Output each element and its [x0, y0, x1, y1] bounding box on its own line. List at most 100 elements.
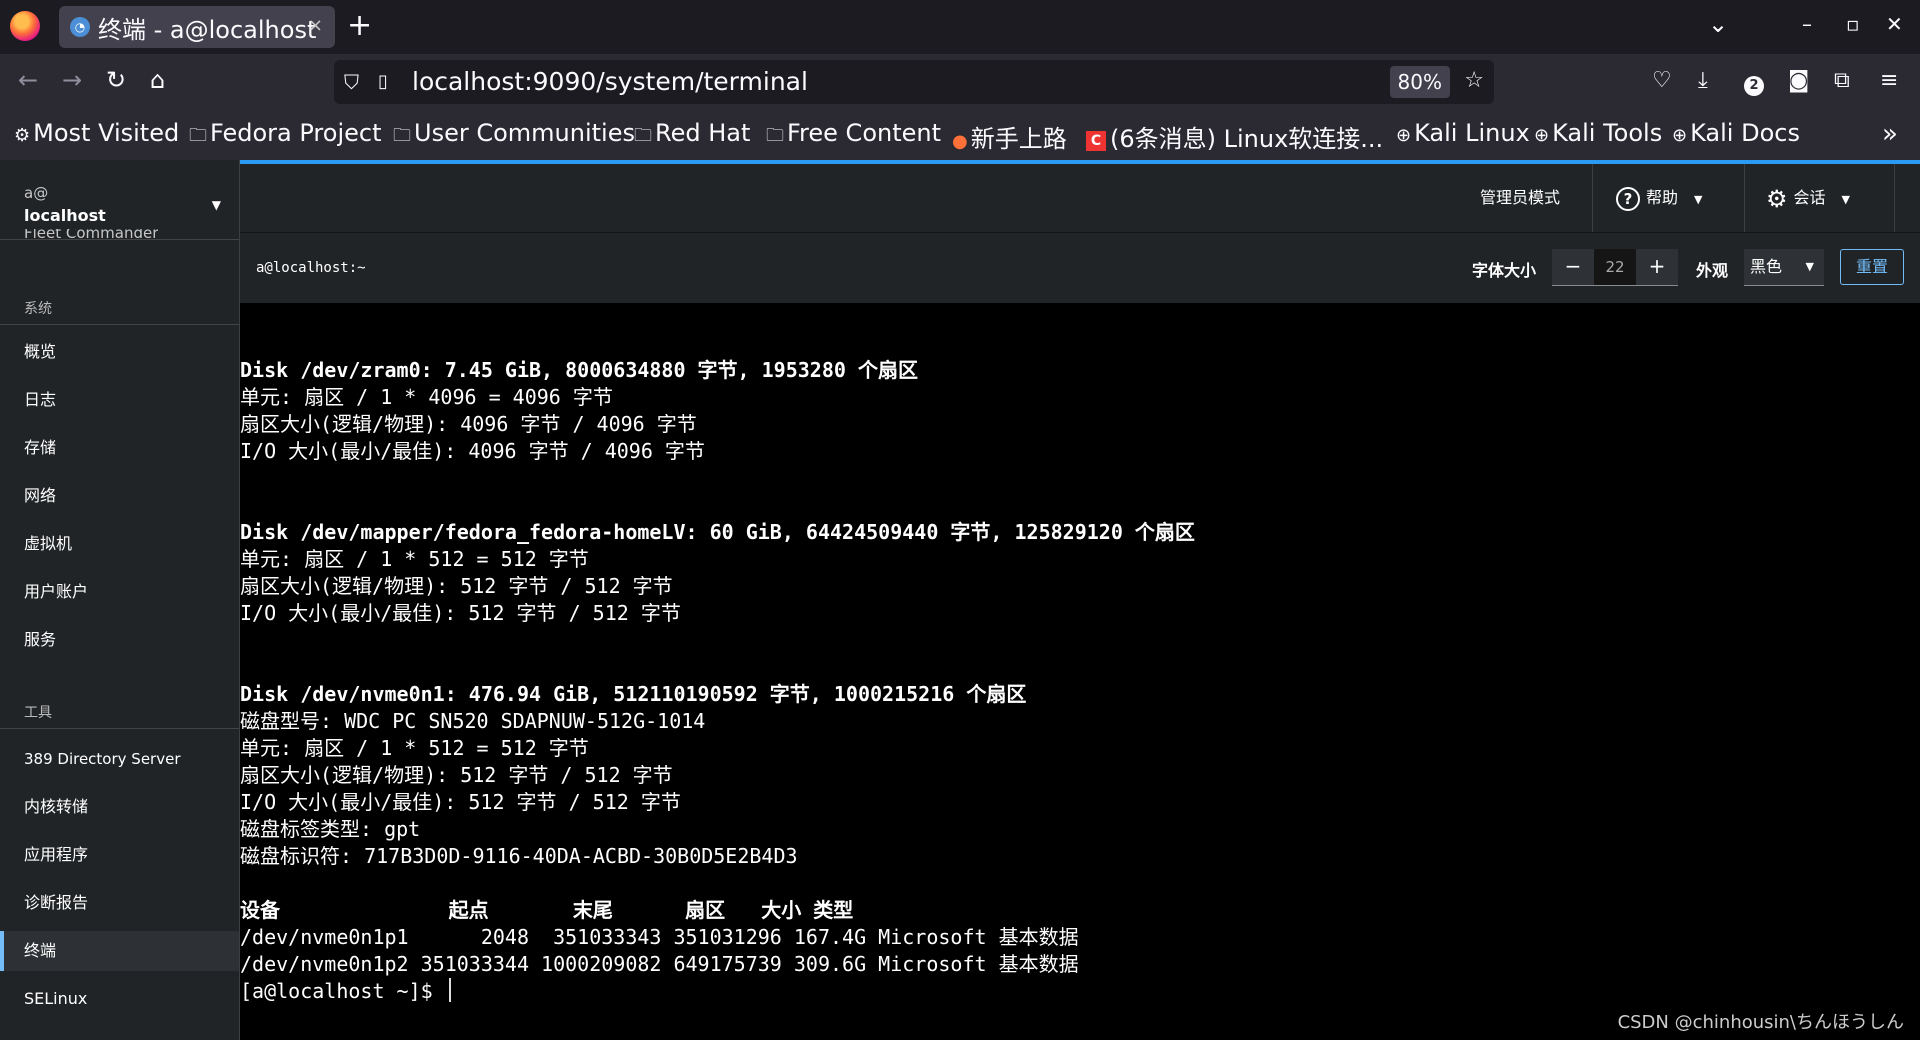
terminal-line: Disk /dev/zram0: 7.45 GiB, 8000634880 字节…	[240, 358, 918, 382]
bookmark-fedora-project[interactable]: 🗀 Fedora Project	[189, 119, 382, 153]
caret-down-icon: ▼	[1841, 193, 1850, 206]
terminal-line: 单元: 扇区 / 1 * 512 = 512 字节	[240, 547, 589, 571]
url-text[interactable]: localhost:9090/system/terminal	[412, 67, 808, 96]
extension-badge-icon[interactable]: 2	[1744, 70, 1764, 96]
appearance-value: 黑色	[1750, 257, 1783, 276]
font-size-increase-button[interactable]: +	[1636, 249, 1678, 286]
reset-button[interactable]: 重置	[1840, 249, 1904, 285]
zoom-level-button[interactable]: 80%	[1389, 66, 1450, 98]
globe-icon: ⊕	[1534, 125, 1550, 146]
terminal-line: 磁盘标识符: 717B3D0D-9116-40DA-ACBD-30B0D5E2B…	[240, 844, 798, 868]
bookmark-getting-started[interactable]: ● 新手上路	[952, 119, 1067, 154]
appearance-label: 外观	[1696, 261, 1729, 280]
bookmark-kali-linux[interactable]: ⊕ Kali Linux	[1396, 119, 1530, 147]
terminal-line: Disk /dev/mapper/fedora_fedora-homeLV: 6…	[240, 520, 1195, 544]
cockpit-favicon-icon: ◔	[70, 17, 90, 37]
font-size-input[interactable]: 22	[1594, 249, 1636, 286]
terminal-cursor	[448, 978, 451, 1002]
sidebar-item-virtual-machines[interactable]: 虚拟机	[0, 524, 239, 564]
sidebar-item-network[interactable]: 网络	[0, 476, 239, 516]
bookmark-user-communities[interactable]: 🗀 User Communities	[393, 119, 635, 153]
minimize-icon[interactable]: –	[1802, 12, 1812, 36]
maximize-icon[interactable]: ▫	[1846, 12, 1860, 36]
tracking-shield-icon[interactable]: ⛉	[344, 70, 359, 94]
back-icon[interactable]: ←	[18, 66, 38, 94]
page-icon[interactable]: ▯	[378, 71, 388, 92]
bookmark-red-hat[interactable]: 🗀 Red Hat	[634, 119, 750, 153]
sidebar-item-kernel-dump[interactable]: 内核转储	[0, 787, 239, 827]
divider	[1592, 164, 1593, 232]
folder-icon: 🗀	[766, 125, 784, 146]
help-menu[interactable]: ? 帮助 ▼	[1616, 164, 1702, 232]
list-all-tabs-icon[interactable]: ⌄	[1708, 10, 1728, 38]
bookmark-star-icon[interactable]: ☆	[1464, 68, 1484, 93]
bookmark-kali-tools[interactable]: ⊕ Kali Tools	[1534, 119, 1662, 147]
admin-mode-button[interactable]: 管理员模式	[1480, 164, 1560, 232]
host-switcher[interactable]: a@ localhost ▼	[0, 170, 239, 230]
firefox-menu-icon[interactable]	[10, 11, 40, 41]
home-icon[interactable]: ⌂	[150, 66, 165, 94]
terminal-line: I/O 大小(最小/最佳): 4096 字节 / 4096 字节	[240, 439, 705, 463]
sidebar-item-diagnostic-reports[interactable]: 诊断报告	[0, 883, 239, 923]
sidebar-item-389-directory-server[interactable]: 389 Directory Server	[0, 739, 239, 779]
forward-icon[interactable]: →	[62, 66, 82, 94]
profile-icon[interactable]: ◙	[1788, 68, 1809, 93]
appearance-select[interactable]: 黑色 ▼	[1744, 249, 1824, 286]
cockpit-page: Fleet Commander a@ localhost ▼ 系统 概览 日志 …	[0, 160, 1920, 1040]
pocket-icon[interactable]: ♡	[1652, 68, 1672, 93]
sidebar-section-tools: 工具	[24, 705, 52, 721]
sidebar-item-terminal[interactable]: 终端	[0, 931, 239, 971]
bookmark-most-visited[interactable]: ⚙ Most Visited	[14, 119, 179, 147]
close-window-icon[interactable]: ✕	[1886, 12, 1903, 36]
terminal-line: 扇区大小(逻辑/物理): 512 字节 / 512 字节	[240, 763, 673, 787]
address-bar[interactable]: ⛉ ▯ localhost:9090/system/terminal 80% ☆	[334, 60, 1494, 104]
sidebar-item-accounts[interactable]: 用户账户	[0, 572, 239, 612]
new-tab-button[interactable]: +	[347, 8, 372, 43]
terminal-line: 磁盘标签类型: gpt	[240, 817, 421, 841]
terminal-line: /dev/nvme0n1p1 2048 351033343 351031296 …	[240, 925, 1079, 949]
host-user: a@	[24, 184, 49, 202]
tab-title: 终端 - a@localhost	[98, 15, 317, 44]
firefox-icon: ●	[952, 131, 968, 152]
session-menu[interactable]: ⚙ 会话 ▼	[1766, 164, 1850, 232]
sidebar-item-overview[interactable]: 概览	[0, 332, 239, 372]
sidebar-item-applications[interactable]: 应用程序	[0, 835, 239, 875]
terminal-prompt-line[interactable]: [a@localhost ~]$	[240, 978, 451, 1005]
sidebar-section-system: 系统	[24, 301, 52, 317]
help-icon: ?	[1616, 186, 1640, 211]
terminal-screen[interactable]: Disk /dev/zram0: 7.45 GiB, 8000634880 字节…	[240, 303, 1920, 1040]
bookmarks-overflow-icon[interactable]: »	[1882, 119, 1898, 149]
tab-terminal[interactable]: ◔ 终端 - a@localhost ×	[59, 6, 335, 48]
sidebar: Fleet Commander a@ localhost ▼ 系统 概览 日志 …	[0, 160, 240, 1040]
extensions-icon[interactable]: ⧉	[1834, 68, 1850, 93]
bookmark-csdn-article[interactable]: C (6条消息) Linux软连接...	[1086, 119, 1383, 154]
terminal-line: 扇区大小(逻辑/物理): 4096 字节 / 4096 字节	[240, 412, 697, 436]
sidebar-item-logs[interactable]: 日志	[0, 380, 239, 420]
terminal-line: I/O 大小(最小/最佳): 512 字节 / 512 字节	[240, 790, 681, 814]
watermark: CSDN @chinhousin\ちんほうしん	[1617, 1012, 1904, 1033]
terminal-line: I/O 大小(最小/最佳): 512 字节 / 512 字节	[240, 601, 681, 625]
sidebar-item-services[interactable]: 服务	[0, 620, 239, 660]
folder-icon: 🗀	[634, 125, 652, 146]
sidebar-item-fleet-commander[interactable]: Fleet Commander	[24, 229, 158, 243]
tab-close-icon[interactable]: ×	[308, 15, 323, 36]
divider	[1894, 164, 1895, 232]
gear-icon: ⚙	[1766, 184, 1788, 213]
hamburger-menu-icon[interactable]: ≡	[1880, 68, 1898, 93]
terminal-prompt: [a@localhost ~]$	[240, 979, 445, 1003]
caret-down-icon: ▼	[1694, 193, 1703, 206]
terminal-line: 磁盘型号: WDC PC SN520 SDAPNUW-512G-1014	[240, 709, 706, 733]
sidebar-item-storage[interactable]: 存储	[0, 428, 239, 468]
cockpit-top-bar: 管理员模式 ? 帮助 ▼ ⚙ 会话 ▼	[240, 164, 1920, 232]
divider	[0, 324, 239, 325]
terminal-line: 单元: 扇区 / 1 * 4096 = 4096 字节	[240, 385, 613, 409]
reload-icon[interactable]: ↻	[106, 66, 126, 94]
sidebar-item-selinux[interactable]: SELinux	[0, 979, 239, 1019]
bookmark-kali-docs[interactable]: ⊕ Kali Docs	[1672, 119, 1800, 147]
bookmark-free-content[interactable]: 🗀 Free Content	[766, 119, 941, 153]
downloads-icon[interactable]: ⤓	[1698, 68, 1708, 93]
divider	[0, 728, 239, 729]
font-size-decrease-button[interactable]: −	[1552, 249, 1594, 286]
navigation-toolbar: ← → ↻ ⌂ ⛉ ▯ localhost:9090/system/termin…	[0, 54, 1920, 110]
terminal-line: 扇区大小(逻辑/物理): 512 字节 / 512 字节	[240, 574, 673, 598]
